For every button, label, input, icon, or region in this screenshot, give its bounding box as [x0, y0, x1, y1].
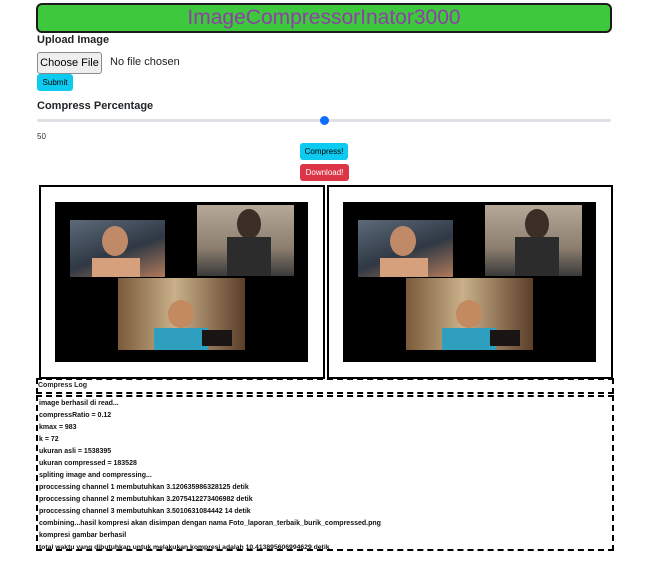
choose-file-button[interactable]: Choose File	[37, 52, 102, 74]
person-top-right-tile	[197, 205, 294, 276]
log-line: proccessing channel 3 membutuhkan 3.5010…	[39, 508, 251, 515]
app-title: ImageCompressorInator3000	[187, 6, 461, 29]
log-line: proccessing channel 1 membutuhkan 3.1206…	[39, 484, 249, 491]
person-bottom-tile	[118, 278, 245, 350]
log-line: kmax = 983	[39, 424, 77, 431]
person-top-left-tile	[358, 220, 453, 277]
compressed-image-panel	[327, 185, 613, 379]
compress-value: 50	[37, 132, 46, 141]
compress-label: Compress Percentage	[37, 100, 154, 112]
compress-slider-thumb[interactable]	[319, 116, 329, 125]
log-line: combining...hasil kompresi akan disimpan…	[39, 520, 381, 527]
original-image	[55, 202, 308, 362]
log-line: kompresi gambar berhasil	[39, 532, 127, 539]
compress-log-header: Compress Log	[36, 378, 614, 394]
compressed-image	[343, 202, 596, 362]
file-status: No file chosen	[110, 56, 180, 68]
log-line: total waktu yang dibutuhkan untuk melaku…	[39, 544, 330, 551]
person-top-left-tile	[70, 220, 165, 277]
log-line: image berhasil di read...	[39, 400, 119, 407]
log-line: ukuran asli = 1538395	[39, 448, 112, 455]
log-line: proccessing channel 2 membutuhkan 3.2075…	[39, 496, 253, 503]
compress-button[interactable]: Compress!	[300, 143, 348, 160]
original-image-panel	[39, 185, 325, 379]
person-top-right-tile	[485, 205, 582, 276]
app-header: ImageCompressorInator3000	[36, 3, 612, 33]
upload-label: Upload Image	[37, 34, 110, 46]
submit-button[interactable]: Submit	[37, 74, 73, 91]
log-line: spliting image and compressing...	[39, 472, 152, 479]
person-bottom-tile	[406, 278, 533, 350]
compress-log: image berhasil di read... compressRatio …	[36, 395, 614, 551]
log-line: k = 72	[39, 436, 59, 443]
log-line: ukuran compressed = 183528	[39, 460, 137, 467]
download-button[interactable]: Download!	[300, 164, 349, 181]
log-line: compressRatio = 0.12	[39, 412, 112, 419]
